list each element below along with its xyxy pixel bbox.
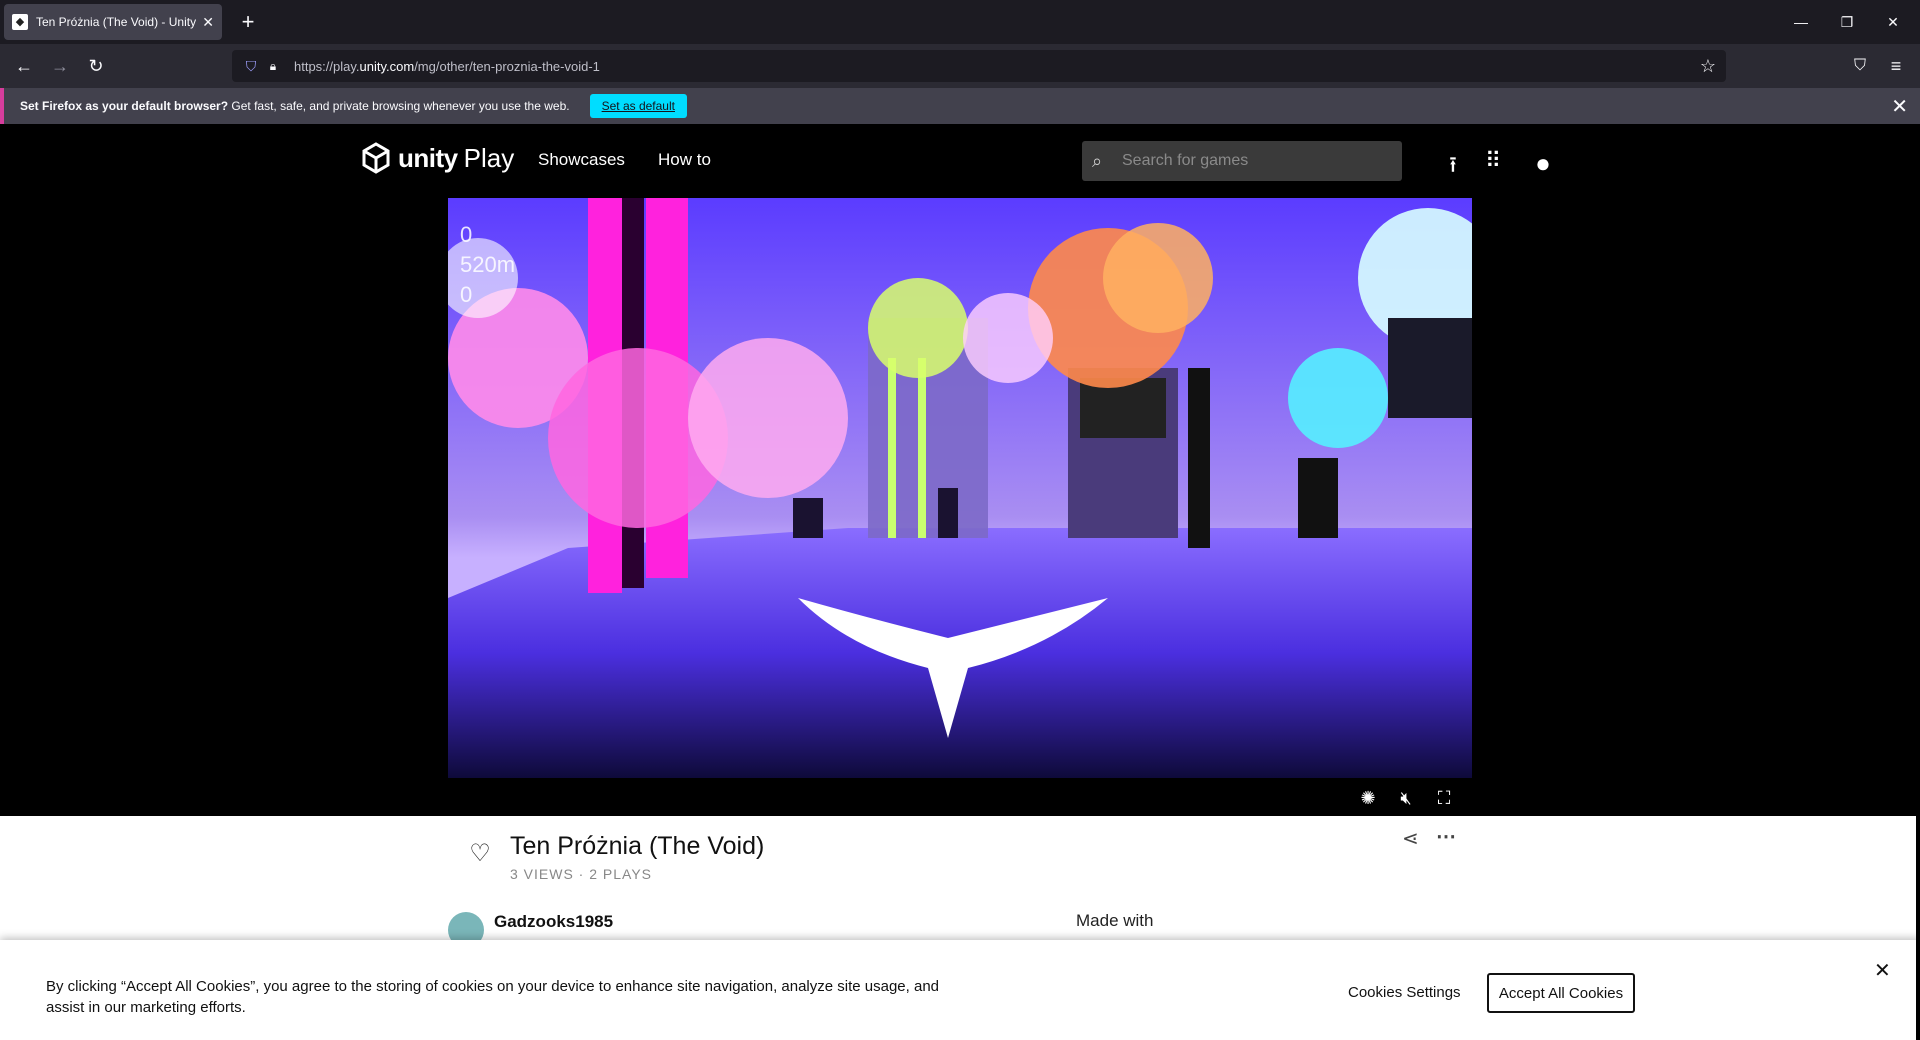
set-as-default-button[interactable]: Set as default [589, 94, 687, 118]
notification-bold: Set Firefox as your default browser? [20, 99, 229, 113]
screenshot-aperture-icon[interactable]: ✺ [1354, 784, 1382, 812]
browser-nav-bar: ← → ↻ ⛉ 🔒︎ https://play.unity.com/mg/oth… [0, 44, 1920, 88]
forward-icon[interactable]: → [46, 52, 74, 80]
close-cookie-banner-icon[interactable]: ✕ [1874, 958, 1891, 983]
shield-icon[interactable]: ⛉ [240, 58, 262, 75]
close-tab-icon[interactable]: ✕ [202, 14, 214, 31]
mute-icon[interactable]: 🔇︎ [1392, 784, 1420, 812]
unity-logo-icon [362, 142, 390, 174]
default-browser-notification: Set Firefox as your default browser? Get… [0, 88, 1920, 124]
fullscreen-icon[interactable]: ⛶ [1430, 784, 1458, 812]
browser-tab-bar: ◆ Ten Próżnia (The Void) - Unity P ✕ + —… [0, 0, 1920, 44]
page-scrollbar[interactable] [1916, 124, 1920, 1040]
accept-all-cookies-button[interactable]: Accept All Cookies [1487, 973, 1635, 1013]
cookie-text: By clicking “Accept All Cookies”, you ag… [46, 978, 940, 1016]
more-options-icon[interactable]: ⋯ [1436, 824, 1456, 849]
apps-grid-icon[interactable]: ⠿ [1478, 148, 1508, 174]
game-canvas[interactable] [448, 198, 1472, 778]
cookies-settings-button[interactable]: Cookies Settings [1348, 984, 1461, 1001]
back-icon[interactable]: ← [10, 52, 38, 80]
site-header: unity Play Showcases How to ⌕ ⭱ ⠿ ● [0, 124, 1920, 198]
close-notification-icon[interactable]: ✕ [1891, 94, 1908, 119]
browser-tab[interactable]: ◆ Ten Próżnia (The Void) - Unity P ✕ [4, 4, 222, 40]
hud-distance: 520m [460, 252, 516, 277]
url-host: unity.com [359, 58, 415, 74]
notification-text: Get fast, safe, and private browsing whe… [228, 99, 570, 113]
search-icon: ⌕ [1092, 150, 1103, 171]
url-bar[interactable]: ⛉ 🔒︎ https://play.unity.com/mg/other/ten… [232, 50, 1726, 82]
restore-icon[interactable]: ❐ [1824, 0, 1870, 44]
notification-message: Set Firefox as your default browser? Get… [20, 99, 570, 113]
url-path: /mg/other/ten-proznia-the-void-1 [414, 58, 600, 74]
nav-how-to[interactable]: How to [658, 150, 711, 170]
nav-showcases[interactable]: Showcases [538, 150, 625, 170]
game-scene [448, 198, 1472, 778]
upload-icon[interactable]: ⭱ [1438, 148, 1468, 186]
minimize-icon[interactable]: — [1778, 0, 1824, 44]
game-stage: 0 520m 0 ✺ 🔇︎ ⛶ [0, 198, 1920, 816]
like-heart-icon[interactable]: ♡ [466, 840, 494, 868]
search-box[interactable]: ⌕ [1082, 141, 1402, 181]
hud-counter-bottom: 0 [460, 282, 473, 307]
author-name[interactable]: Gadzooks1985 [494, 912, 613, 932]
search-input[interactable] [1122, 152, 1392, 170]
logo-wordmark: unity [398, 142, 458, 173]
hud-counter-top: 0 [460, 222, 473, 247]
url-text[interactable]: https://play.unity.com/mg/other/ten-proz… [294, 59, 600, 74]
game-hud: 0 520m 0 [460, 220, 515, 310]
unity-favicon-icon: ◆ [12, 14, 28, 30]
reload-icon[interactable]: ↻ [82, 52, 110, 80]
cookie-banner: By clicking “Accept All Cookies”, you ag… [0, 940, 1920, 1040]
new-tab-button[interactable]: + [234, 8, 262, 36]
url-prefix: https://play. [294, 58, 360, 74]
share-icon[interactable]: ⋖ [1402, 826, 1419, 851]
unity-play-logo[interactable]: unity Play [360, 142, 514, 174]
made-with-label: Made with [1076, 911, 1154, 930]
lock-icon[interactable]: 🔒︎ [262, 59, 284, 74]
close-window-icon[interactable]: ✕ [1870, 0, 1916, 44]
logo-suffix: Play [463, 142, 515, 173]
account-icon[interactable]: ● [1528, 148, 1558, 179]
tab-title: Ten Próżnia (The Void) - Unity P [36, 15, 197, 29]
pocket-icon[interactable]: ⛉ [1846, 52, 1874, 80]
menu-icon[interactable]: ≡ [1882, 52, 1910, 80]
game-stats: 3 VIEWS · 2 PLAYS [510, 866, 653, 882]
game-title: Ten Próżnia (The Void) [510, 832, 765, 860]
bookmark-star-icon[interactable]: ☆ [1700, 56, 1716, 77]
